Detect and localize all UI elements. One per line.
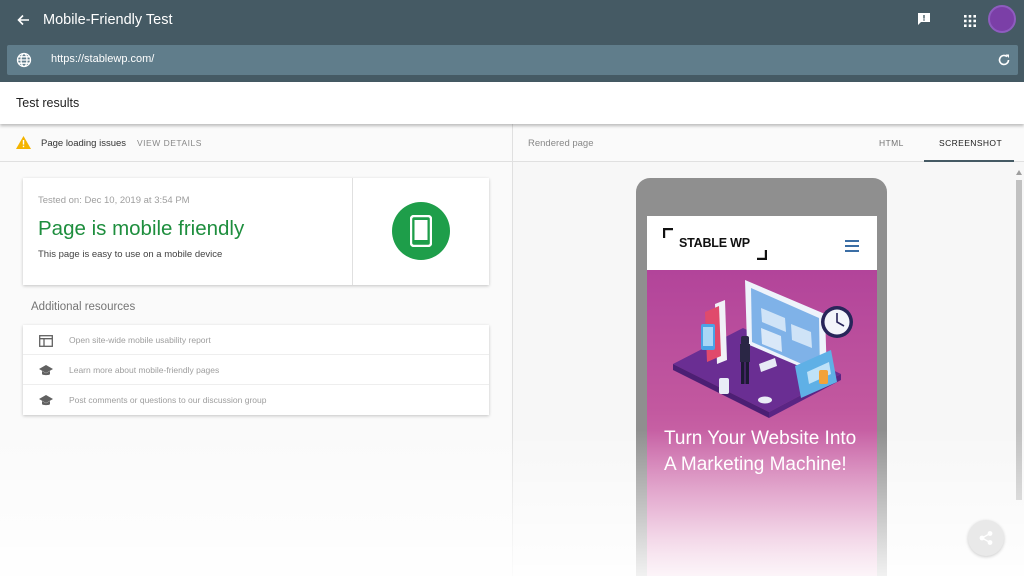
result-subtitle: This page is easy to use on a mobile dev…	[38, 249, 223, 260]
screenshot-scrollbar[interactable]	[1015, 168, 1023, 576]
site-header: STABLE WP	[647, 216, 877, 270]
school-icon	[39, 394, 53, 406]
share-button[interactable]	[968, 520, 1004, 556]
rendered-page-label: Rendered page	[528, 138, 594, 149]
mobile-friendly-result-card: Tested on: Dec 10, 2019 at 3:54 PM Page …	[23, 178, 489, 285]
hero-heading: Turn Your Website Into A Marketing Machi…	[664, 428, 857, 475]
tab-screenshot[interactable]: SCREENSHOT	[939, 138, 1002, 148]
result-headline: Page is mobile friendly	[38, 217, 245, 240]
resource-label: Open site-wide mobile usability report	[69, 335, 211, 345]
rendered-page-pane: Rendered page HTML SCREENSHOT STABLE WP	[513, 124, 1024, 576]
feedback-icon[interactable]	[917, 12, 931, 26]
mobile-friendly-badge	[392, 202, 450, 260]
results-pane: Page loading issues VIEW DETAILS Tested …	[0, 124, 512, 576]
results-header: Test results	[0, 82, 1024, 124]
share-icon	[979, 531, 993, 545]
view-details-link[interactable]: VIEW DETAILS	[137, 138, 202, 148]
apps-grid-icon[interactable]	[964, 14, 976, 27]
scroll-up-arrow-icon[interactable]	[1016, 170, 1022, 175]
site-hero: Turn Your Website Into A Marketing Machi…	[647, 270, 877, 576]
page-loading-issues-bar: Page loading issues VIEW DETAILS	[0, 124, 512, 162]
card-divider	[352, 178, 353, 285]
rendered-screenshot[interactable]: STABLE WP Turn Your Website Into A Marke…	[647, 216, 877, 576]
smartphone-icon	[410, 215, 432, 247]
issues-label: Page loading issues	[41, 138, 127, 149]
additional-resources-title: Additional resources	[31, 301, 136, 313]
back-arrow-icon[interactable]	[14, 11, 32, 29]
site-logo: STABLE WP	[663, 228, 767, 260]
url-bar[interactable]: https://stablewp.com/	[7, 45, 1018, 75]
tab-html[interactable]: HTML	[879, 138, 904, 148]
menu-icon[interactable]	[845, 239, 859, 252]
additional-resources-list: Open site-wide mobile usability report L…	[23, 325, 489, 415]
tested-on-timestamp: Tested on: Dec 10, 2019 at 3:54 PM	[38, 195, 190, 206]
resource-item-discussion-group[interactable]: Post comments or questions to our discus…	[23, 385, 489, 415]
resource-item-usability-report[interactable]: Open site-wide mobile usability report	[23, 325, 489, 355]
rendered-page-header: Rendered page HTML SCREENSHOT	[513, 124, 1024, 162]
resource-label: Post comments or questions to our discus…	[69, 395, 267, 405]
app-header: Mobile-Friendly Test https://stablewp.co…	[0, 0, 1024, 82]
refresh-icon[interactable]	[997, 53, 1011, 67]
resource-item-learn-more[interactable]: Learn more about mobile-friendly pages	[23, 355, 489, 385]
phone-frame: STABLE WP Turn Your Website Into A Marke…	[636, 178, 887, 576]
account-avatar[interactable]	[988, 5, 1016, 33]
app-title: Mobile-Friendly Test	[43, 12, 173, 28]
resource-label: Learn more about mobile-friendly pages	[69, 365, 220, 375]
active-tab-indicator	[924, 160, 1014, 162]
globe-icon	[16, 52, 32, 68]
url-text[interactable]: https://stablewp.com/	[51, 53, 154, 65]
school-icon	[39, 364, 53, 376]
warning-icon	[16, 136, 31, 149]
site-logo-text: STABLE WP	[679, 236, 750, 250]
scroll-thumb[interactable]	[1016, 180, 1022, 500]
isometric-workspace-illustration	[665, 278, 861, 420]
report-icon	[39, 334, 53, 347]
results-title: Test results	[16, 96, 80, 110]
